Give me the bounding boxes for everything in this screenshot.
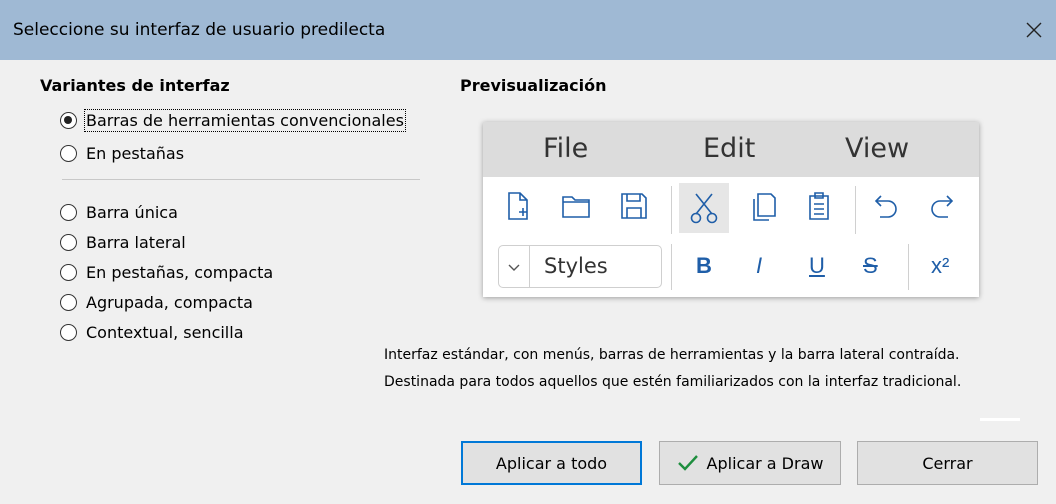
divider bbox=[62, 179, 420, 180]
decorative-line bbox=[980, 418, 1020, 421]
italic-icon: I bbox=[756, 253, 763, 278]
paste-icon bbox=[801, 188, 837, 224]
preview-separator bbox=[671, 186, 672, 234]
preview-styles-box: Styles bbox=[498, 245, 662, 288]
superscript-icon: x² bbox=[931, 253, 950, 278]
close-button[interactable]: Cerrar bbox=[857, 441, 1038, 485]
radio-button[interactable] bbox=[60, 144, 77, 162]
preview-menu-view: View bbox=[845, 133, 910, 164]
preview-image: File Edit View Styles B I U S x² bbox=[483, 122, 979, 297]
apply-draw-label: Aplicar a Draw bbox=[706, 453, 824, 473]
description-line-1: Interfaz estándar, con menús, barras de … bbox=[384, 347, 960, 363]
radio-label: Barra única bbox=[86, 202, 178, 222]
copy-icon bbox=[746, 188, 782, 224]
bold-icon: B bbox=[696, 253, 712, 278]
preview-menu-file: File bbox=[543, 133, 589, 164]
radio-button-checked[interactable] bbox=[60, 111, 77, 129]
radio-label: En pestañas bbox=[86, 143, 185, 163]
undo-icon bbox=[866, 188, 902, 224]
apply-all-label: Aplicar a todo bbox=[495, 453, 608, 473]
close-icon[interactable] bbox=[1012, 0, 1056, 60]
radio-button[interactable] bbox=[60, 323, 77, 341]
radio-label: Agrupada, compacta bbox=[86, 292, 253, 312]
dialog-title: Seleccione su interfaz de usuario predil… bbox=[13, 20, 386, 40]
underline-icon: U bbox=[809, 253, 825, 278]
strikethrough-icon: S bbox=[863, 253, 878, 278]
radio-option-standard[interactable]: Barras de herramientas convencionales bbox=[60, 108, 406, 132]
variants-heading: Variantes de interfaz bbox=[40, 76, 230, 95]
save-icon bbox=[616, 188, 652, 224]
redo-icon bbox=[926, 188, 962, 224]
preview-menu-edit: Edit bbox=[703, 133, 756, 164]
open-folder-icon bbox=[558, 188, 594, 224]
preview-heading: Previsualización bbox=[460, 76, 607, 95]
radio-label: En pestañas, compacta bbox=[86, 262, 274, 282]
radio-button[interactable] bbox=[60, 233, 77, 251]
radio-option-single-bar[interactable]: Barra única bbox=[60, 200, 178, 224]
preview-menubar: File Edit View bbox=[483, 122, 979, 177]
checkmark-icon bbox=[677, 453, 699, 473]
radio-label: Contextual, sencilla bbox=[86, 322, 244, 342]
radio-option-tabbed[interactable]: En pestañas bbox=[60, 141, 184, 165]
title-bar: Seleccione su interfaz de usuario predil… bbox=[0, 0, 1056, 60]
radio-button[interactable] bbox=[60, 203, 77, 221]
radio-option-sidebar[interactable]: Barra lateral bbox=[60, 230, 186, 254]
radio-option-groupedbar-compact[interactable]: Agrupada, compacta bbox=[60, 290, 253, 314]
radio-label: Barras de herramientas convencionales bbox=[84, 108, 406, 132]
radio-option-tabbed-compact[interactable]: En pestañas, compacta bbox=[60, 260, 273, 284]
radio-option-contextual-single[interactable]: Contextual, sencilla bbox=[60, 320, 244, 344]
chevron-down-icon bbox=[499, 246, 530, 287]
apply-draw-button[interactable]: Aplicar a Draw bbox=[659, 441, 841, 485]
radio-button[interactable] bbox=[60, 263, 77, 281]
new-document-icon bbox=[500, 188, 536, 224]
apply-all-button[interactable]: Aplicar a todo bbox=[461, 441, 642, 485]
preview-separator bbox=[908, 244, 909, 290]
close-label: Cerrar bbox=[922, 453, 973, 473]
preview-separator bbox=[855, 186, 856, 234]
radio-label: Barra lateral bbox=[86, 232, 186, 252]
preview-styles-label: Styles bbox=[544, 254, 608, 278]
cut-icon bbox=[686, 190, 722, 226]
preview-separator bbox=[671, 244, 672, 290]
description-line-2: Destinada para todos aquellos que estén … bbox=[384, 374, 962, 390]
radio-button[interactable] bbox=[60, 293, 77, 311]
